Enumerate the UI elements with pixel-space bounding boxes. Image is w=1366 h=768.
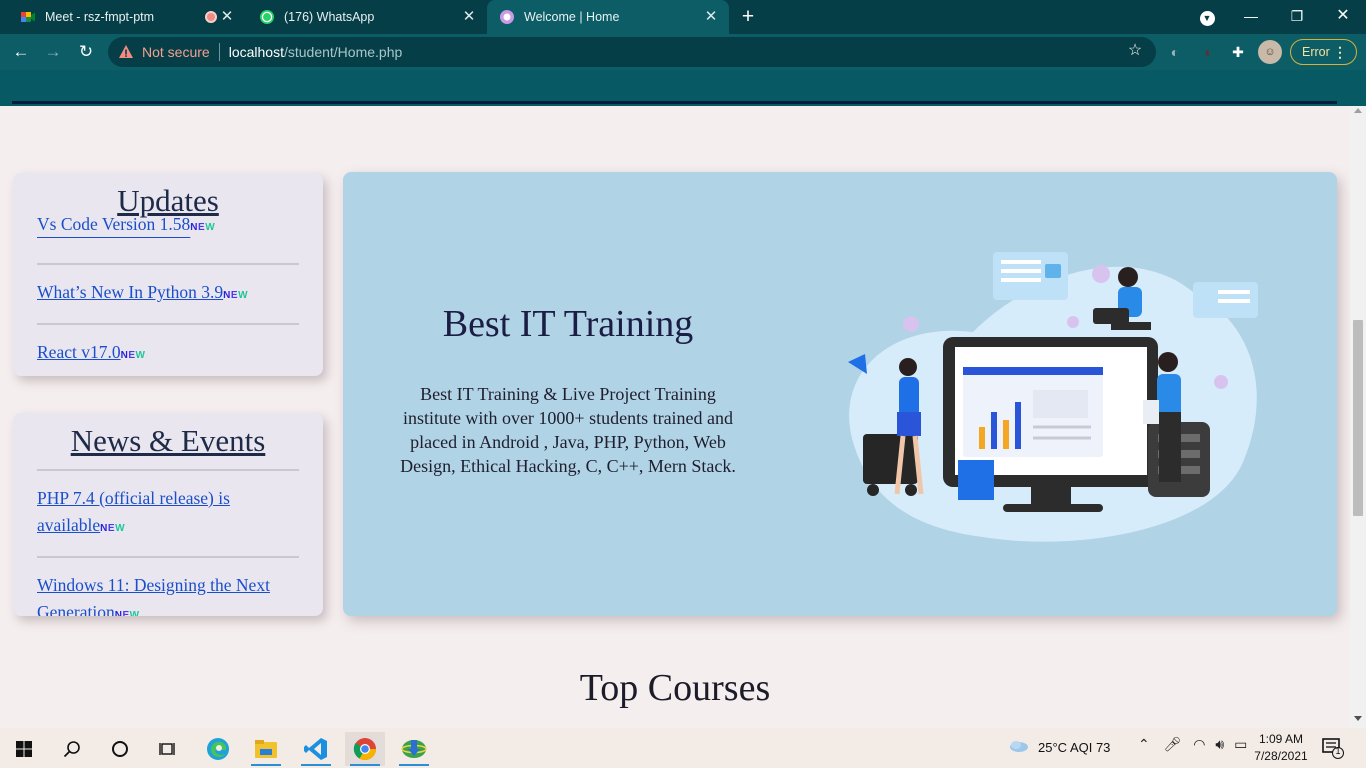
scroll-thumb[interactable] (1353, 320, 1363, 516)
divider (218, 43, 220, 61)
battery-icon[interactable]: ▭ (1234, 736, 1247, 752)
running-indicator (350, 764, 380, 766)
url-host: localhost (228, 44, 284, 60)
more-menu-icon[interactable]: ⋮ (1333, 40, 1347, 64)
new-tab-button[interactable]: + (736, 6, 760, 28)
site-favicon (500, 10, 514, 24)
tab-whatsapp[interactable]: (176) WhatsApp ✕ (245, 0, 487, 34)
scroll-down-arrow-icon[interactable] (1354, 716, 1362, 721)
edge-icon[interactable] (198, 732, 238, 766)
file-explorer-icon[interactable] (246, 732, 286, 766)
vscode-icon[interactable] (296, 732, 336, 766)
not-secure-label: Not secure (142, 44, 210, 60)
hero-title: Best IT Training (442, 303, 694, 345)
close-tab-icon[interactable]: ✕ (461, 9, 477, 25)
show-hidden-icons-icon[interactable]: ⌃ (1138, 736, 1150, 752)
system-clock[interactable]: 1:09 AM 7/28/2021 (1248, 731, 1314, 765)
new-badge: NEW (114, 610, 140, 616)
restore-button[interactable]: ❐ (1284, 4, 1310, 28)
extension-icon[interactable]: ◐ (1163, 40, 1187, 64)
news-events-box: News & Events PHP 7.4 (official release)… (13, 413, 323, 616)
update-link[interactable]: Vs Code Version 1.58NEW (37, 217, 297, 241)
weather-widget[interactable]: 25°C AQI 73 (1008, 739, 1110, 755)
clock-time: 1:09 AM (1258, 732, 1304, 746)
notification-center-icon[interactable]: 1 (1322, 737, 1344, 759)
hero-description: Best IT Training & Live Project Training… (400, 384, 736, 476)
weather-text: 25°C AQI 73 (1038, 739, 1111, 755)
browser-toolbar: ← → ↻ Not secure localhost/student/Home.… (0, 34, 1366, 70)
new-badge: NEW (100, 523, 126, 534)
windows-taskbar: 25°C AQI 73 ⌃ 🎤︎ ◠ 🔊︎ ▭ 1:09 AM 7/28/202… (0, 728, 1366, 768)
volume-icon[interactable]: 🔊︎ (1215, 736, 1224, 752)
profile-avatar[interactable]: ☺ (1258, 40, 1282, 64)
puzzle-extensions-icon[interactable]: ✚ (1226, 40, 1250, 64)
wifi-icon[interactable]: ◠ (1193, 736, 1205, 752)
divider (37, 323, 299, 325)
address-bar[interactable]: Not secure localhost/student/Home.php ☆ (108, 37, 1156, 67)
update-link[interactable]: React v17.0NEW (37, 339, 297, 369)
search-icon[interactable] (52, 732, 92, 766)
divider (37, 469, 299, 471)
error-button[interactable]: Error ⋮ (1290, 39, 1357, 65)
bookmark-star-icon[interactable]: ☆ (1126, 42, 1144, 60)
chrome-icon[interactable] (345, 732, 385, 766)
microphone-icon[interactable]: 🎤︎ (1164, 736, 1182, 752)
running-indicator (301, 764, 331, 766)
page-scrollbar[interactable] (1350, 106, 1366, 728)
cloud-rain-icon (1010, 741, 1028, 752)
link-text: React v17.0 (37, 342, 121, 362)
cortana-icon[interactable] (100, 732, 140, 766)
updates-box: Updates Vs Code Version 1.58NEW What’s N… (13, 173, 323, 376)
close-window-button[interactable]: ✕ (1330, 4, 1356, 28)
link-text: PHP 7.4 (official release) is available (37, 488, 230, 535)
divider (37, 556, 299, 558)
extension-icon[interactable]: ◖ (1195, 40, 1219, 64)
updates-title: Updates (117, 183, 219, 218)
link-text: Windows 11: Designing the Next Generatio… (37, 575, 270, 616)
tab-search-icon[interactable]: ▼ (1194, 4, 1220, 28)
close-tab-icon[interactable]: ✕ (219, 9, 235, 25)
scroll-up-arrow-icon[interactable] (1354, 108, 1362, 113)
news-link[interactable]: PHP 7.4 (official release) is availableN… (37, 485, 297, 542)
tab-title: (176) WhatsApp (284, 10, 375, 24)
training-illustration (848, 252, 1258, 542)
clock-date: 7/28/2021 (1254, 749, 1308, 763)
divider (37, 263, 299, 265)
task-view-icon[interactable] (148, 732, 188, 766)
forward-button[interactable]: → (41, 40, 65, 64)
page-content: Updates Vs Code Version 1.58NEW What’s N… (0, 106, 1350, 728)
close-tab-icon[interactable]: ✕ (703, 9, 719, 25)
link-text: What’s New In Python 3.9 (37, 282, 224, 302)
browser-tab-bar: Meet - rsz-fmpt-ptm ✕ (176) WhatsApp ✕ W… (0, 0, 1366, 34)
recording-indicator-icon (205, 11, 217, 23)
warning-icon (119, 45, 133, 58)
running-indicator (399, 764, 429, 766)
reload-button[interactable]: ↻ (74, 40, 98, 64)
back-button[interactable]: ← (9, 40, 33, 64)
new-badge: NEW (120, 350, 146, 361)
tab-meet[interactable]: Meet - rsz-fmpt-ptm ✕ (0, 0, 245, 34)
update-link[interactable]: What’s New In Python 3.9NEW (37, 279, 297, 309)
google-meet-icon (21, 12, 35, 22)
navbar-border (12, 101, 1337, 104)
news-title: News & Events (70, 423, 266, 458)
error-label: Error (1302, 45, 1330, 59)
top-courses-heading: Top Courses (579, 667, 771, 709)
whatsapp-icon (260, 10, 274, 24)
system-tray: ⌃ 🎤︎ ◠ 🔊︎ ▭ (1138, 736, 1247, 753)
internet-download-icon[interactable] (394, 732, 434, 766)
running-indicator (251, 764, 281, 766)
tab-welcome-home[interactable]: Welcome | Home ✕ (487, 0, 729, 34)
link-text: Vs Code Version 1.58 (37, 217, 191, 234)
new-badge: NEW (223, 290, 249, 301)
windows-start-icon[interactable] (4, 732, 44, 766)
hero-banner: Best IT Training Best IT Training & Live… (343, 172, 1337, 616)
notification-count: 1 (1335, 746, 1341, 756)
url-path: /student/Home.php (283, 44, 403, 60)
tab-title: Meet - rsz-fmpt-ptm (45, 10, 155, 24)
news-link[interactable]: Windows 11: Designing the Next Generatio… (37, 572, 297, 616)
minimize-button[interactable]: — (1238, 4, 1264, 28)
new-badge: NEW (190, 222, 216, 233)
tab-title: Welcome | Home (524, 10, 620, 24)
